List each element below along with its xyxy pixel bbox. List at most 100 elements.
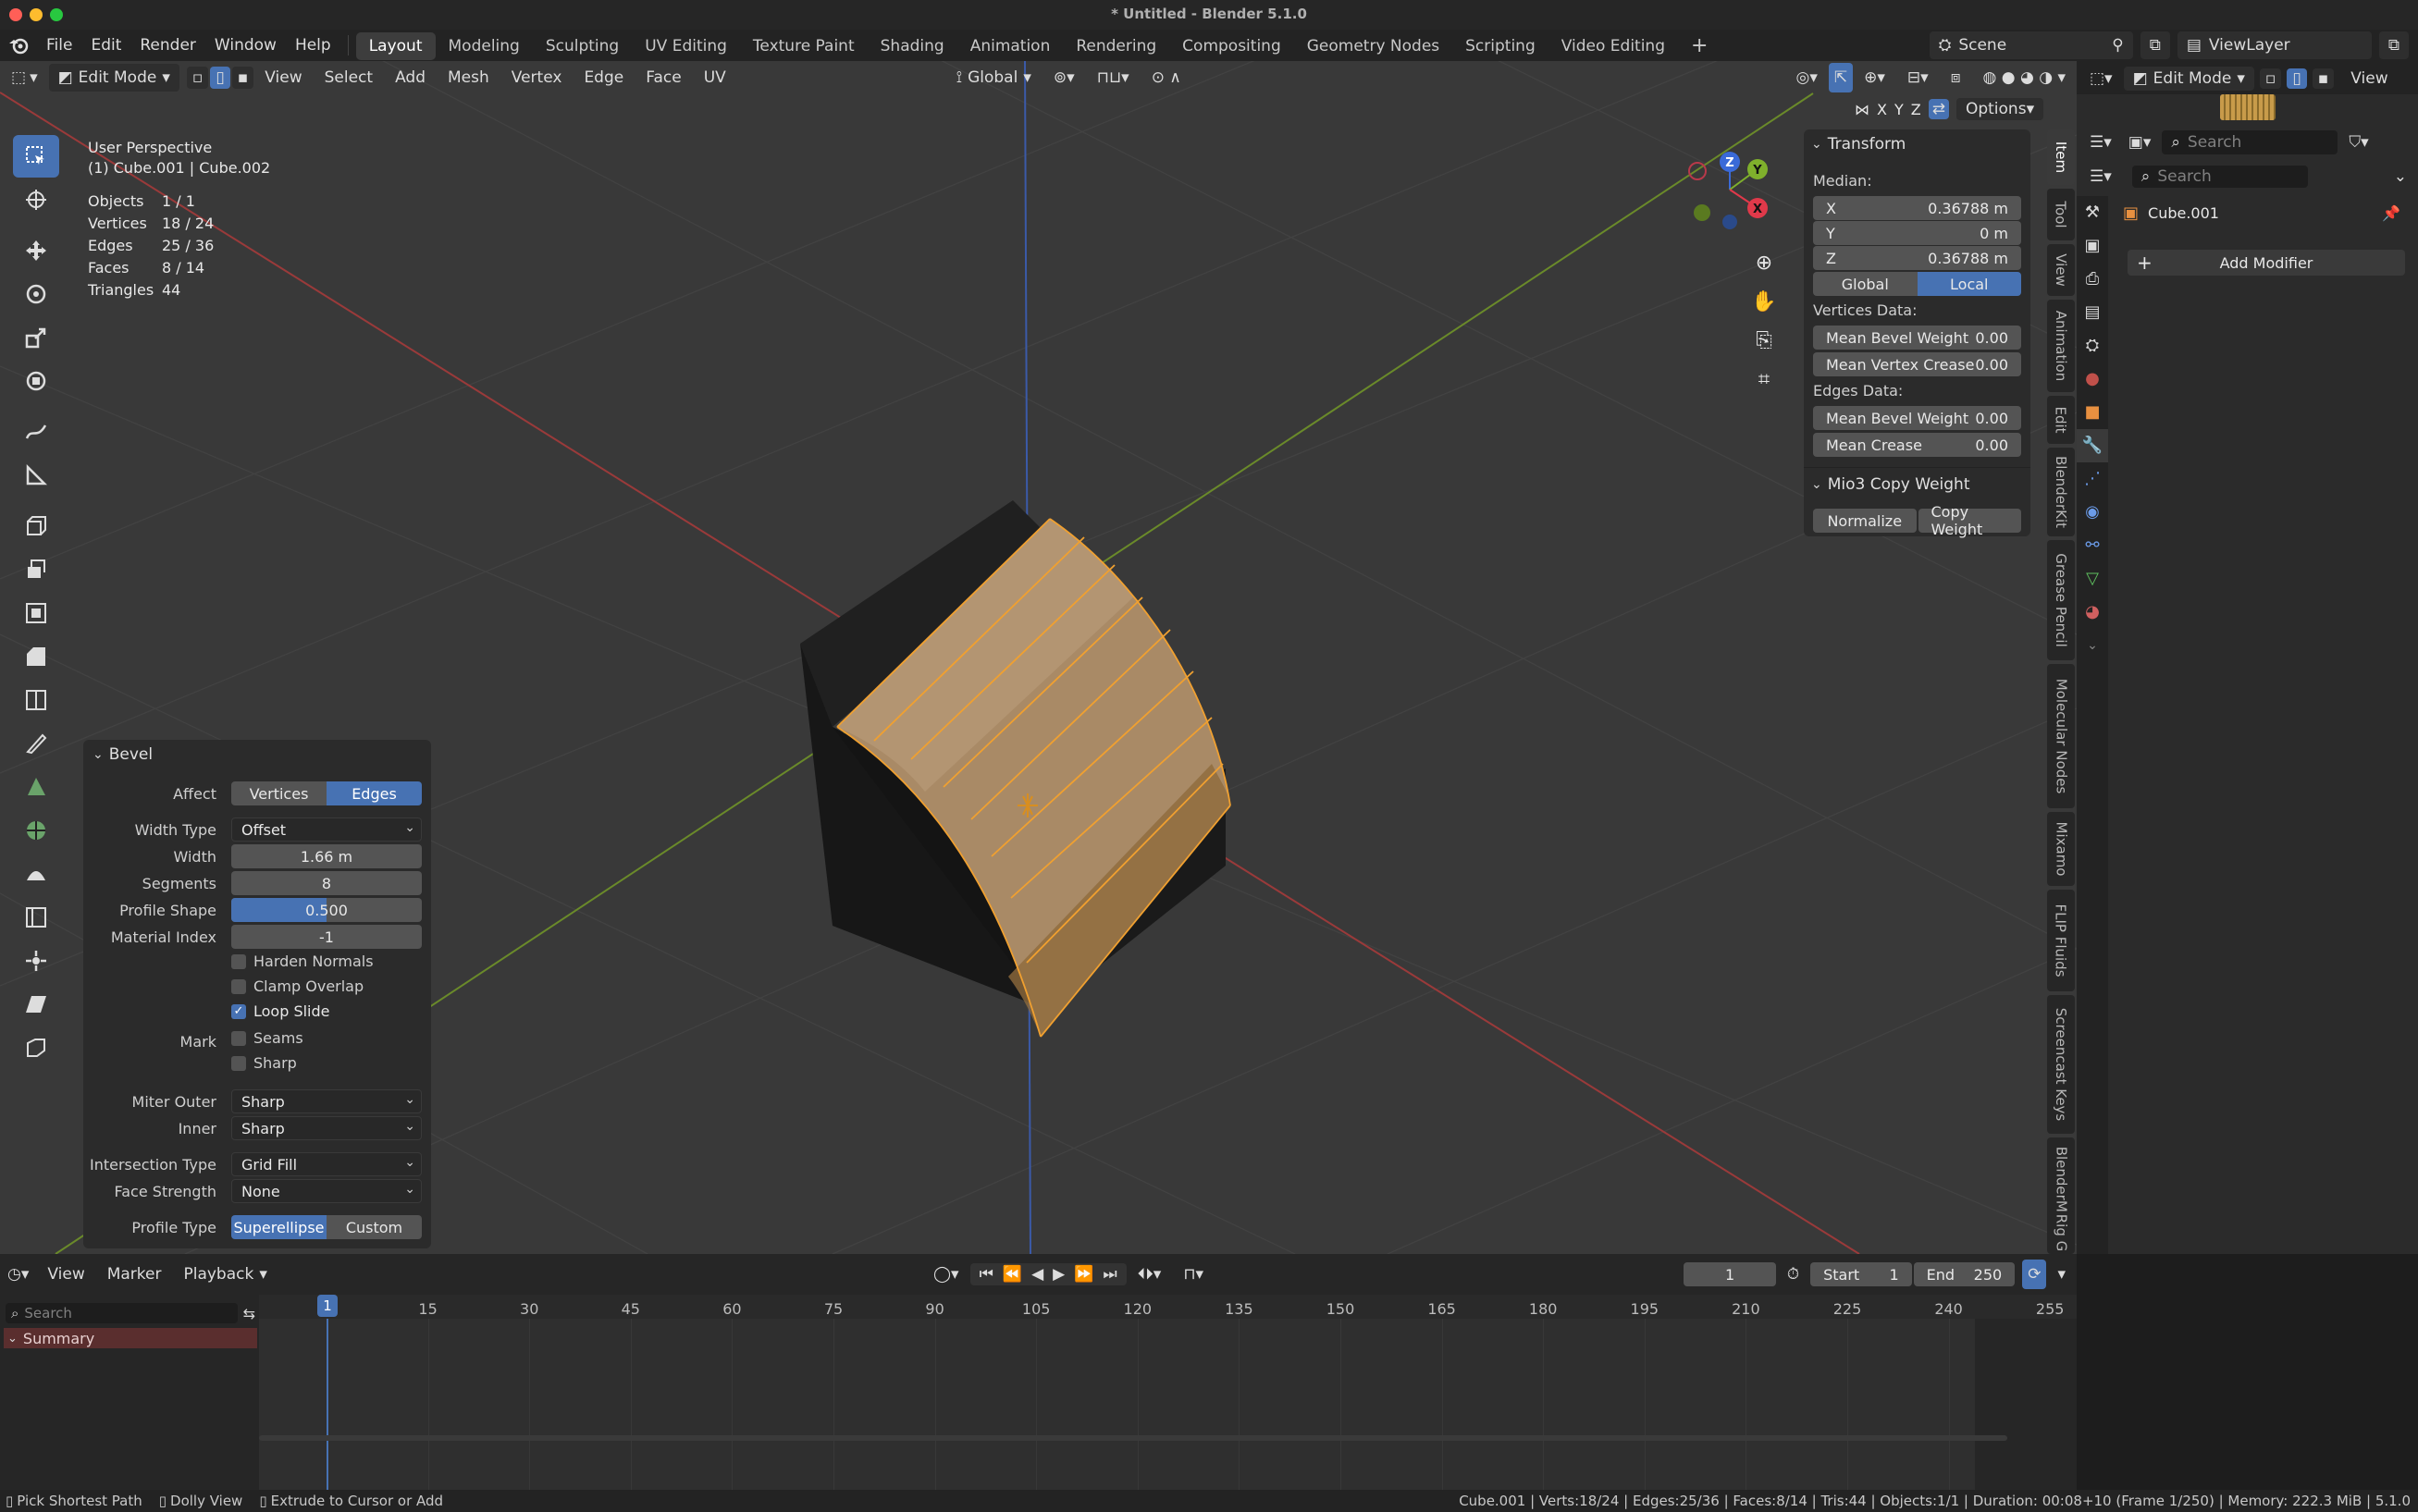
tab-geometry-nodes[interactable]: Geometry Nodes <box>1294 32 1452 60</box>
editor-type-button[interactable]: ⬚ ▾ <box>0 63 49 92</box>
object-tab-icon[interactable]: ■ <box>2077 396 2108 429</box>
affect-vertices-button[interactable]: Vertices <box>231 781 327 805</box>
tab-screencast-keys[interactable]: Screencast Keys <box>2047 995 2075 1134</box>
swap-icon[interactable]: ⇆ <box>243 1305 255 1322</box>
bevel-icon[interactable] <box>13 635 59 678</box>
menu-uv[interactable]: UV <box>693 63 737 92</box>
jump-start-icon[interactable]: ⏮ <box>980 1263 993 1285</box>
outliner-editor-icon[interactable]: ☰▾ <box>2084 128 2117 157</box>
segments-field[interactable]: 8 <box>231 871 422 895</box>
timeline-menu-marker[interactable]: Marker <box>96 1260 173 1289</box>
copy-weight-button[interactable]: Copy Weight <box>1918 503 2021 538</box>
axis-y-toggle[interactable]: Y <box>1894 101 1904 118</box>
new-scene-icon[interactable]: ⧉ <box>2140 31 2170 59</box>
constraints-tab-icon[interactable]: ⚯ <box>2077 529 2108 562</box>
rotate-icon[interactable] <box>13 273 59 315</box>
properties-mode-selector[interactable]: ◩ Edit Mode ▾ <box>2123 67 2254 91</box>
sync-icon[interactable]: ⟳ <box>2022 1260 2047 1289</box>
intersection-type-dropdown[interactable]: Grid Fill ⌄ <box>231 1152 422 1176</box>
tab-layout[interactable]: Layout <box>355 32 436 60</box>
axis-x-toggle[interactable]: X <box>1877 101 1887 118</box>
tab-rig-g[interactable]: Rig G <box>2047 1211 2075 1254</box>
shear-icon[interactable] <box>13 983 59 1026</box>
playhead-frame-indicator[interactable]: 1 <box>317 1295 338 1317</box>
menu-add[interactable]: Add <box>384 63 437 92</box>
vertex-select-icon[interactable]: ▫ <box>186 67 209 89</box>
global-space-button[interactable]: Global <box>1813 272 1918 296</box>
scene-selector[interactable]: ⛭ Scene ⚲ <box>1929 31 2133 59</box>
start-frame-field[interactable]: Start 1 <box>1810 1262 1912 1286</box>
physics-tab-icon[interactable]: ◉ <box>2077 496 2108 529</box>
local-space-button[interactable]: Local <box>1917 272 2021 296</box>
tab-sculpting[interactable]: Sculpting <box>533 32 632 60</box>
timeline-menu-view[interactable]: View <box>36 1260 95 1289</box>
navigation-gizmo[interactable]: Z Y X <box>1679 143 1781 236</box>
mirror-icon[interactable]: ⋈ <box>1855 101 1869 118</box>
tab-view[interactable]: View <box>2047 244 2075 296</box>
measure-icon[interactable] <box>13 454 59 497</box>
add-modifier-button[interactable]: + Add Modifier <box>2128 250 2405 276</box>
tab-scripting[interactable]: Scripting <box>1452 32 1548 60</box>
pan-hand-icon[interactable]: ✋ <box>1748 290 1780 329</box>
tab-edit[interactable]: Edit <box>2047 396 2075 444</box>
bevelled-cube-mesh[interactable] <box>800 500 1231 1038</box>
transform-orientation-dropdown[interactable]: ⟟ Global ▾ <box>945 63 1042 92</box>
properties-editor-icon[interactable]: ☰▾ <box>2084 162 2117 191</box>
blender-logo-icon[interactable] <box>0 36 37 55</box>
mark-seams-checkbox[interactable]: Seams <box>231 1029 303 1047</box>
menu-render[interactable]: Render <box>130 30 205 61</box>
chevron-down-icon[interactable]: ⌄ <box>2388 162 2412 191</box>
inset-faces-icon[interactable] <box>13 592 59 634</box>
scale-icon[interactable] <box>13 316 59 359</box>
clamp-overlap-checkbox[interactable]: Clamp Overlap <box>231 977 364 995</box>
play-icon[interactable]: ▶ <box>1053 1263 1065 1285</box>
spin-icon[interactable] <box>13 809 59 852</box>
tab-compositing[interactable]: Compositing <box>1169 32 1294 60</box>
loop-cut-icon[interactable] <box>13 679 59 721</box>
tab-grease-pencil[interactable]: Grease Pencil <box>2047 540 2075 660</box>
annotate-icon[interactable] <box>13 411 59 453</box>
end-frame-field[interactable]: End 250 <box>1913 1262 2016 1286</box>
custom-profile-button[interactable]: Custom <box>327 1215 422 1239</box>
tab-mixamo[interactable]: Mixamo <box>2047 812 2075 886</box>
timeline-editor-icon[interactable]: ◷▾ <box>0 1260 36 1289</box>
stopwatch-icon[interactable]: ⏱ <box>1776 1260 1810 1289</box>
mesh-edit-overlay-icon[interactable]: ⊟▾ <box>1896 63 1940 92</box>
playhead-line[interactable] <box>327 1319 328 1490</box>
move-icon[interactable] <box>13 229 59 272</box>
data-tab-icon[interactable]: ▽ <box>2077 562 2108 596</box>
tab-animation[interactable]: Animation <box>2047 300 2075 392</box>
median-z-field[interactable]: Z 0.36788 m <box>1813 246 2021 270</box>
add-workspace-icon[interactable]: + <box>1678 32 1721 60</box>
dopesheet-area[interactable] <box>259 1319 2077 1490</box>
rip-region-icon[interactable] <box>13 1026 59 1069</box>
knife-icon[interactable] <box>13 722 59 765</box>
camera-icon[interactable]: ⎘ <box>1748 329 1780 368</box>
material-tab-icon[interactable]: ◕ <box>2077 596 2108 629</box>
normalize-button[interactable]: Normalize <box>1813 509 1917 533</box>
material-index-field[interactable]: -1 <box>231 925 422 949</box>
loop-slide-checkbox[interactable]: ✓ Loop Slide <box>231 1002 330 1020</box>
scene-tab-icon[interactable]: ⛭ <box>2077 329 2108 363</box>
current-frame-field[interactable]: 1 <box>1684 1262 1776 1286</box>
tab-item[interactable]: Item <box>2047 129 2075 185</box>
transform-icon[interactable] <box>13 360 59 402</box>
median-y-field[interactable]: Y 0 m <box>1813 221 2021 245</box>
axis-z-toggle[interactable]: Z <box>1911 101 1921 118</box>
tab-video-editing[interactable]: Video Editing <box>1548 32 1678 60</box>
chevron-down-icon[interactable]: ▾ <box>2046 1260 2077 1289</box>
particles-tab-icon[interactable]: ⋰ <box>2077 462 2108 496</box>
neg-z-axis-icon[interactable] <box>1722 215 1737 229</box>
neg-y-axis-icon[interactable] <box>1694 204 1710 221</box>
overlay-icon[interactable]: ⊕▾ <box>1853 63 1896 92</box>
harden-normals-checkbox[interactable]: Harden Normals <box>231 953 374 970</box>
menu-face[interactable]: Face <box>635 63 692 92</box>
modifier-tab-icon[interactable]: 🔧 <box>2077 429 2108 462</box>
mean-vertex-crease-field[interactable]: Mean Vertex Crease 0.00 <box>1813 352 2021 376</box>
add-cube-icon[interactable] <box>13 505 59 547</box>
options-dropdown[interactable]: Options ▾ <box>1955 98 2044 120</box>
mark-sharp-checkbox[interactable]: Sharp <box>231 1054 297 1072</box>
editor-type-icon[interactable]: ⬚▾ <box>2084 64 2118 93</box>
tool-settings-tab-icon[interactable]: ⚒ <box>2077 196 2108 229</box>
superellipse-button[interactable]: Superellipse <box>231 1215 327 1239</box>
